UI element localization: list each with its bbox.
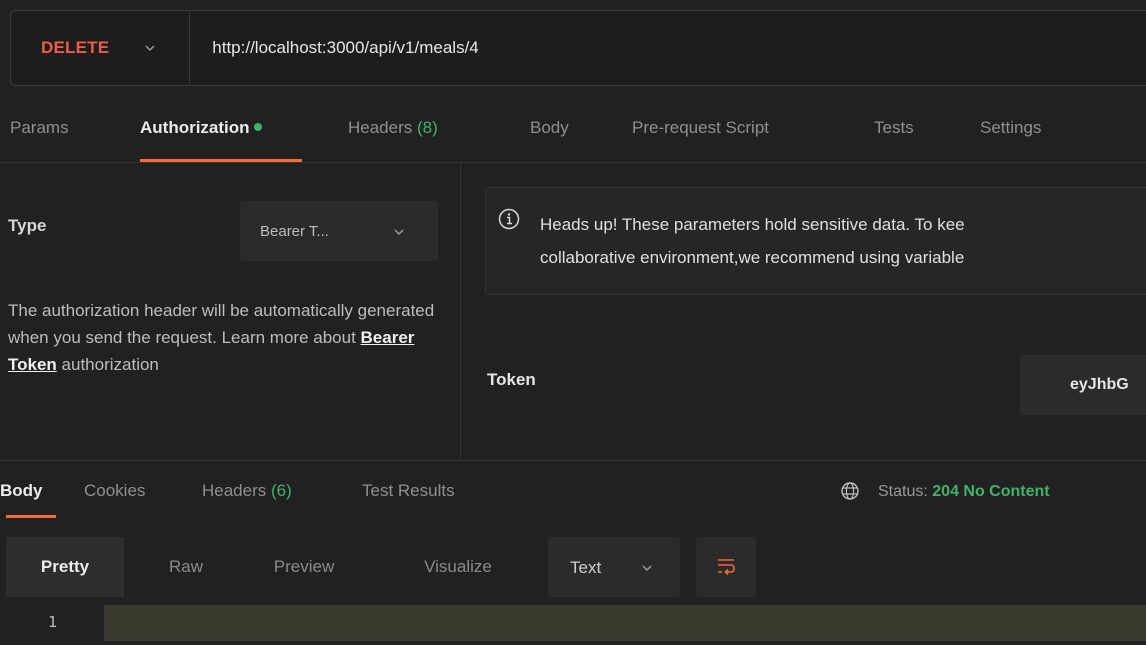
wrap-lines-button[interactable]	[696, 537, 756, 597]
notice-line-1: Heads up! These parameters hold sensitiv…	[540, 215, 965, 234]
tab-cookies[interactable]: Cookies	[84, 481, 145, 501]
tab-headers-label: Headers	[348, 118, 413, 137]
chevron-down-icon	[642, 565, 652, 572]
panel-divider[interactable]	[460, 162, 461, 460]
view-preview-button[interactable]: Preview	[244, 537, 364, 597]
tab-response-body[interactable]: Body	[0, 481, 43, 501]
tab-authorization-label: Authorization	[140, 118, 250, 137]
sensitive-data-notice: Heads up! These parameters hold sensitiv…	[485, 187, 1146, 295]
response-view-toolbar: Pretty Raw Preview Visualize Text	[0, 537, 1146, 597]
divider	[0, 460, 1146, 461]
tab-authorization[interactable]: Authorization	[140, 118, 262, 138]
response-status: Status: 204 No Content	[878, 483, 1050, 501]
status-code[interactable]: 204 No Content	[932, 483, 1049, 500]
tab-response-headers-count: (6)	[271, 481, 292, 500]
chevron-down-icon[interactable]	[143, 41, 157, 55]
line-number: 1	[48, 613, 58, 631]
active-line-highlight	[104, 605, 1146, 641]
tab-response-headers-label: Headers	[202, 481, 267, 500]
view-raw-button[interactable]: Raw	[136, 537, 236, 597]
wrap-lines-icon	[718, 559, 735, 576]
info-icon	[498, 208, 520, 230]
notice-line-2: collaborative environment,we recommend u…	[540, 248, 965, 267]
tab-headers[interactable]: Headers (8)	[348, 118, 438, 138]
view-visualize-button[interactable]: Visualize	[388, 537, 528, 597]
url-input[interactable]: http://localhost:3000/api/v1/meals/4	[212, 38, 479, 58]
tab-settings[interactable]: Settings	[980, 118, 1041, 138]
status-label: Status:	[878, 483, 928, 500]
notice-text: Heads up! These parameters hold sensitiv…	[540, 208, 965, 274]
http-method-selector[interactable]: DELETE	[41, 38, 109, 58]
globe-icon[interactable]	[840, 481, 860, 501]
token-input[interactable]: eyJhbG	[1020, 355, 1146, 415]
auth-description-suffix: authorization	[56, 355, 159, 374]
format-select[interactable]: Text	[548, 537, 680, 597]
auth-description: The authorization header will be automat…	[8, 297, 448, 378]
tab-test-results[interactable]: Test Results	[362, 481, 455, 501]
tab-headers-count: (8)	[417, 118, 438, 137]
request-url-bar: DELETE http://localhost:3000/api/v1/meal…	[10, 10, 1146, 86]
tab-params[interactable]: Params	[10, 118, 69, 138]
active-tab-indicator	[6, 515, 56, 518]
auth-type-label: Type	[8, 216, 47, 235]
chevron-down-icon	[394, 229, 404, 236]
response-editor[interactable]: 1	[0, 603, 1146, 641]
tab-pre-request-script[interactable]: Pre-request Script	[632, 118, 769, 138]
auth-type-select[interactable]: Bearer T...	[240, 201, 438, 261]
divider	[0, 162, 1146, 163]
url-divider	[189, 10, 191, 86]
request-tabs: Params Authorization Headers (8) Body Pr…	[0, 104, 1146, 162]
format-value: Text	[570, 558, 602, 577]
tab-tests[interactable]: Tests	[874, 118, 914, 138]
token-label: Token	[487, 370, 536, 389]
auth-type-value: Bearer T...	[260, 222, 329, 240]
tab-body[interactable]: Body	[530, 118, 569, 138]
view-pretty-button[interactable]: Pretty	[6, 537, 124, 597]
tab-response-headers[interactable]: Headers (6)	[202, 481, 292, 501]
modified-dot-icon	[253, 122, 262, 131]
token-value: eyJhbG	[1070, 376, 1129, 393]
